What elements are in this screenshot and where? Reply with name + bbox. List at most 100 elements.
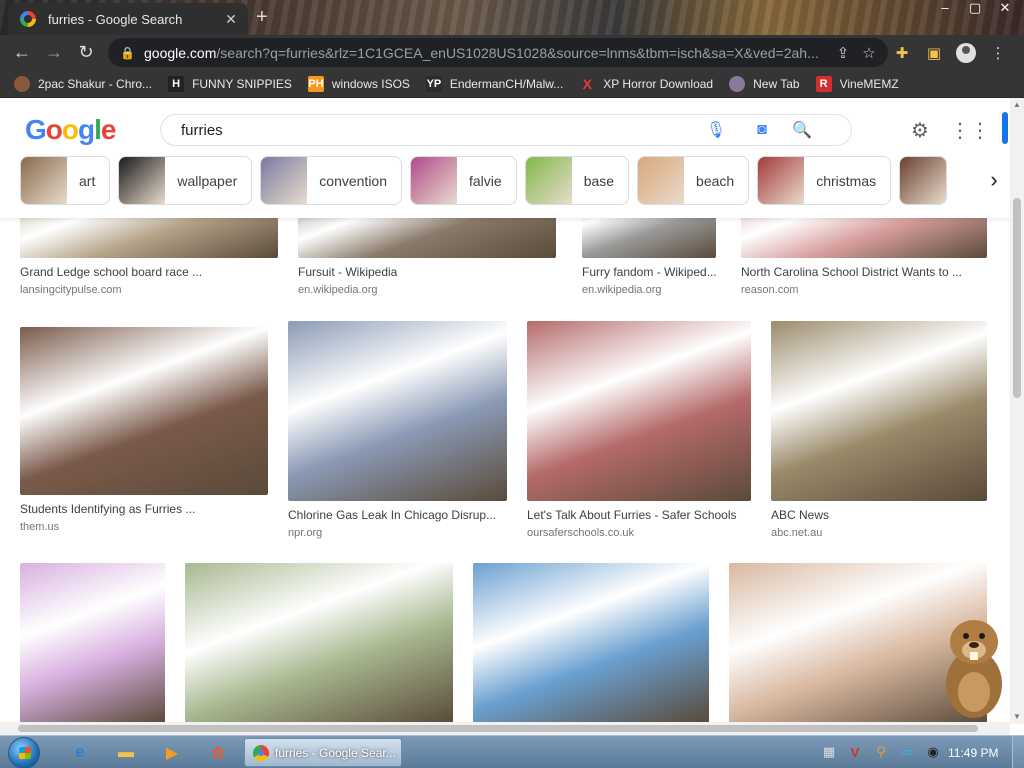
chip-beach[interactable]: beach xyxy=(637,156,750,205)
image-result-card[interactable]: Furry fandom - Wikiped... en.wikipedia.or… xyxy=(582,210,716,296)
image-result-card[interactable]: Students Identifying as Furries ... them.… xyxy=(20,327,268,533)
image-result-card[interactable]: North Carolina School District Wants to … xyxy=(741,210,987,296)
tab-close-icon[interactable]: ✕ xyxy=(220,11,242,28)
reload-icon[interactable]: ↻ xyxy=(70,38,102,68)
minimize-button[interactable]: – xyxy=(930,0,960,18)
scroll-up-icon[interactable]: ▲ xyxy=(1010,98,1024,112)
result-source[interactable]: oursaferschools.co.uk xyxy=(527,527,751,539)
search-box[interactable]: 🎙 ◙ 🔍 xyxy=(160,114,852,146)
scroll-down-icon[interactable]: ▼ xyxy=(1010,710,1024,724)
image-result-card[interactable]: Let's Talk About Furries - Safer Schools… xyxy=(527,321,751,539)
bookmark-item[interactable]: PH windows ISOS xyxy=(307,75,410,92)
browser-tab[interactable]: furries - Google Search ✕ xyxy=(8,3,248,35)
result-image[interactable] xyxy=(771,321,987,501)
result-image[interactable] xyxy=(473,563,709,722)
result-title[interactable]: Grand Ledge school board race ... xyxy=(20,265,278,279)
search-input[interactable] xyxy=(181,121,701,139)
result-source[interactable]: lansingcitypulse.com xyxy=(20,284,278,296)
chip-base[interactable]: base xyxy=(524,156,630,205)
google-logo[interactable]: Google xyxy=(25,114,116,146)
media-player-icon[interactable]: ▶ xyxy=(152,740,192,766)
close-window-button[interactable]: ✕ xyxy=(990,0,1020,18)
hscroll-thumb[interactable] xyxy=(18,725,978,732)
settings-gear-icon[interactable]: ⚙ xyxy=(905,116,935,144)
result-image[interactable] xyxy=(288,321,507,501)
chip-thumbnail xyxy=(900,157,947,204)
forward-arrow-icon[interactable]: → xyxy=(38,38,70,68)
chip-convention[interactable]: convention xyxy=(260,156,402,205)
sidepanel-icon[interactable]: ▣ xyxy=(918,44,950,62)
result-title[interactable]: Let's Talk About Furries - Safer Schools xyxy=(527,508,751,522)
clock[interactable]: 11:49 PM xyxy=(948,746,998,760)
extensions-puzzle-icon[interactable]: ✚ xyxy=(886,44,918,62)
result-title[interactable]: Furry fandom - Wikiped... xyxy=(582,265,716,279)
menu-kebab-icon[interactable]: ⋮ xyxy=(982,44,1014,62)
tray-v-icon[interactable]: V xyxy=(842,742,868,762)
apps-grid-icon[interactable]: ⋮⋮ xyxy=(950,116,990,144)
image-result-card[interactable]: Chlorine Gas Leak In Chicago Disrup... np… xyxy=(288,321,507,539)
result-image[interactable] xyxy=(20,563,165,722)
image-result-card[interactable]: ABC News abc.net.au xyxy=(771,321,987,539)
ie-icon[interactable]: e xyxy=(60,740,100,766)
system-tray: ▦ V ⚲ ▭ ◉ xyxy=(816,742,946,762)
chip-christmas[interactable]: christmas xyxy=(757,156,892,205)
image-result-card[interactable]: Fursuit - Wikipedia en.wikipedia.org xyxy=(298,210,556,296)
url-text[interactable]: google.com/search?q=furries&rlz=1C1GCEA_… xyxy=(144,45,830,61)
profile-avatar-icon[interactable] xyxy=(950,42,982,63)
result-title[interactable]: Fursuit - Wikipedia xyxy=(298,265,556,279)
search-icon[interactable]: 🔍 xyxy=(787,115,817,145)
beaver-mascot-icon xyxy=(946,620,1002,718)
new-tab-button[interactable]: + xyxy=(256,6,268,29)
microphone-icon[interactable]: 🎙 xyxy=(701,115,731,145)
result-title[interactable]: Students Identifying as Furries ... xyxy=(20,502,268,516)
address-bar[interactable]: 🔒 google.com/search?q=furries&rlz=1C1GCE… xyxy=(108,38,888,67)
chip-wallpaper[interactable]: wallpaper xyxy=(118,156,253,205)
result-title[interactable]: ABC News xyxy=(771,508,987,522)
scroll-thumb[interactable] xyxy=(1013,198,1021,398)
tray-network-icon[interactable]: ▦ xyxy=(816,742,842,762)
result-source[interactable]: abc.net.au xyxy=(771,527,987,539)
bookmark-item[interactable]: X XP Horror Download xyxy=(579,75,713,92)
bookmark-label: windows ISOS xyxy=(331,76,410,91)
chip-more[interactable] xyxy=(899,156,948,205)
start-button[interactable] xyxy=(8,737,40,768)
result-source[interactable]: reason.com xyxy=(741,284,987,296)
taskbar-chrome-task[interactable]: furries - Google Sear... xyxy=(244,738,402,767)
folder-icon[interactable]: ▬ xyxy=(106,740,146,766)
tray-display-icon[interactable]: ▭ xyxy=(894,742,920,762)
back-arrow-icon[interactable]: ← xyxy=(6,38,38,68)
chip-art[interactable]: art xyxy=(20,156,111,205)
paint-icon[interactable]: ✿ xyxy=(198,740,238,766)
result-image[interactable] xyxy=(20,327,268,495)
result-image[interactable] xyxy=(527,321,751,501)
vertical-scrollbar[interactable]: ▲ ▼ xyxy=(1010,98,1024,724)
result-source[interactable]: them.us xyxy=(20,521,268,533)
image-result-card[interactable] xyxy=(20,563,165,722)
result-title[interactable]: Chlorine Gas Leak In Chicago Disrup... xyxy=(288,508,507,522)
show-desktop-button[interactable] xyxy=(1012,736,1024,768)
share-icon[interactable]: ⇪ xyxy=(830,44,856,62)
result-image[interactable] xyxy=(185,563,453,722)
bookmark-item[interactable]: R VineMEMZ xyxy=(815,75,899,92)
image-result-card[interactable] xyxy=(473,563,709,722)
tray-volume-icon[interactable]: ◉ xyxy=(920,742,946,762)
result-title[interactable]: North Carolina School District Wants to … xyxy=(741,265,987,279)
bookmark-star-icon[interactable]: ☆ xyxy=(856,44,882,62)
result-source[interactable]: npr.org xyxy=(288,527,507,539)
result-source[interactable]: en.wikipedia.org xyxy=(298,284,556,296)
chip-falvie[interactable]: falvie xyxy=(410,156,517,205)
bookmark-item[interactable]: H FUNNY SNIPPIES xyxy=(168,75,292,92)
accent-bar xyxy=(1002,112,1008,144)
result-source[interactable]: en.wikipedia.org xyxy=(582,284,716,296)
tray-search-icon[interactable]: ⚲ xyxy=(868,742,894,762)
bookmark-item[interactable]: YP EndermanCH/Malw... xyxy=(425,75,563,92)
horizontal-scrollbar[interactable] xyxy=(0,722,1010,735)
logo-letter: l xyxy=(94,114,102,145)
avatar-icon xyxy=(14,75,30,92)
image-result-card[interactable] xyxy=(185,563,453,722)
bookmark-item[interactable]: 2pac Shakur - Chro... xyxy=(14,75,152,92)
restore-button[interactable]: ▢ xyxy=(960,0,990,18)
bookmark-item[interactable]: New Tab xyxy=(729,75,800,92)
camera-lens-icon[interactable]: ◙ xyxy=(747,115,777,145)
image-result-card[interactable]: Grand Ledge school board race ... lansing… xyxy=(20,210,278,296)
